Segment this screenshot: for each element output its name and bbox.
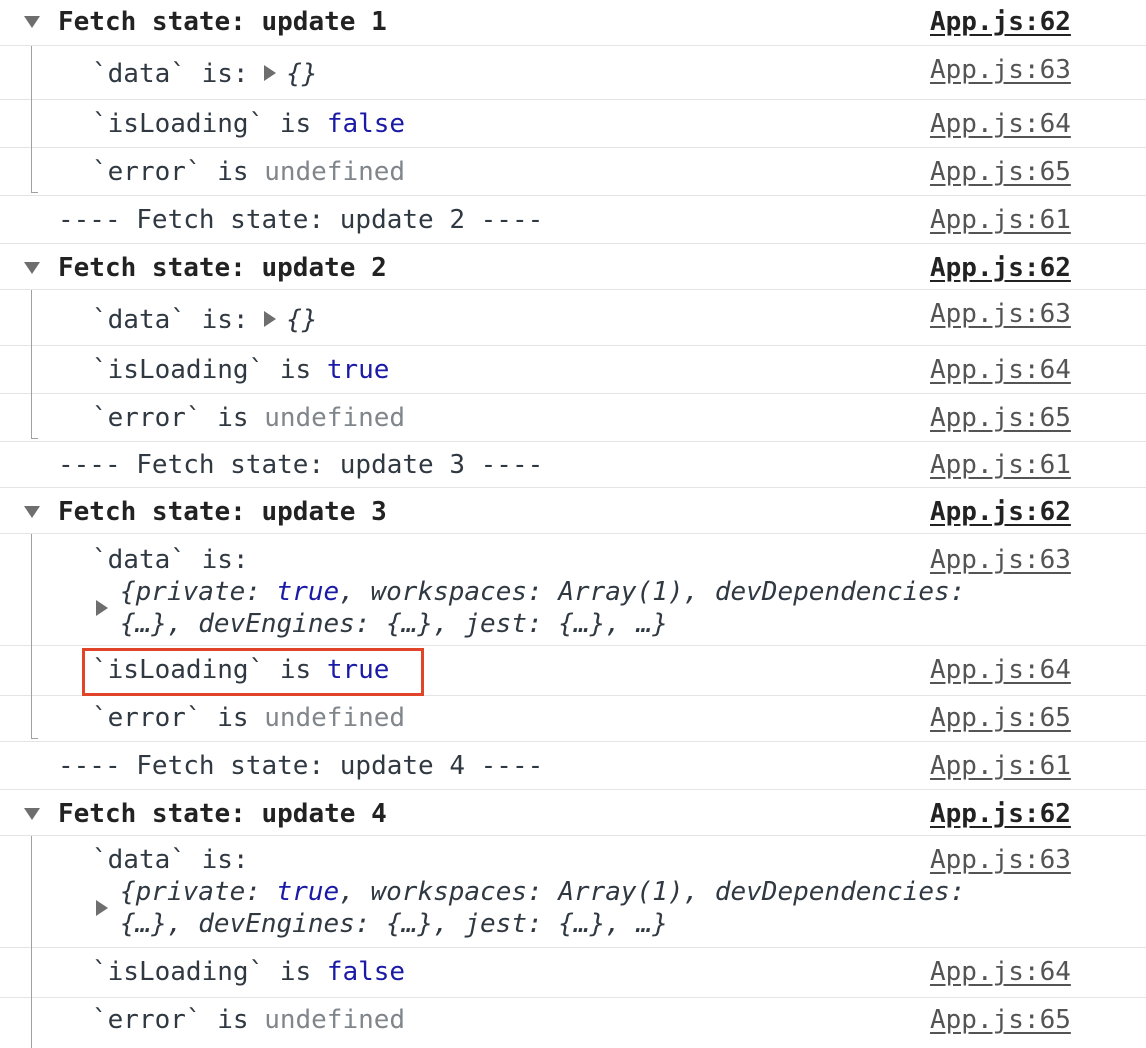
- log-row-loading-4: `isLoading` is false App.js:64: [0, 948, 1146, 998]
- source-link[interactable]: App.js:61: [930, 204, 1071, 236]
- object-preview-line-2[interactable]: {…}, devEngines: {…}, jest: {…}, …}: [120, 608, 668, 640]
- log-row-separator-3: ---- Fetch state: update 3 ---- App.js:6…: [0, 442, 1146, 488]
- log-row-error-1: `error` is undefined App.js:65: [0, 148, 1146, 196]
- undefined-value: undefined: [264, 703, 406, 733]
- object-preview[interactable]: {}: [286, 59, 317, 89]
- log-label: `data` is:: [92, 305, 265, 335]
- log-label: `error` is: [92, 703, 265, 733]
- object-preview-line-2[interactable]: {…}, devEngines: {…}, jest: {…}, …}: [120, 908, 668, 940]
- console-panel: Fetch state: update 1 App.js:62 `data` i…: [0, 0, 1146, 1048]
- source-link[interactable]: App.js:62: [930, 252, 1071, 284]
- expand-triangle-icon[interactable]: [264, 64, 277, 81]
- log-row-data-1: `data` is: {} App.js:63: [0, 46, 1146, 100]
- source-link[interactable]: App.js:65: [930, 1004, 1071, 1036]
- source-link[interactable]: App.js:64: [930, 108, 1071, 140]
- log-row-error-4: `error` is undefined App.js:65: [0, 998, 1146, 1048]
- separator-text: ---- Fetch state: update 4 ----: [58, 751, 544, 781]
- group-guide-foot: [31, 192, 38, 193]
- source-link[interactable]: App.js:65: [930, 402, 1071, 434]
- log-row-data-3: `data` is: App.js:63 {private: true, wor…: [0, 534, 1146, 646]
- source-link[interactable]: App.js:62: [930, 6, 1071, 38]
- log-label: `error` is: [92, 1005, 265, 1035]
- boolean-value: false: [326, 957, 406, 987]
- undefined-value: undefined: [264, 1005, 406, 1035]
- source-link[interactable]: App.js:61: [930, 449, 1071, 481]
- group-guide-foot: [31, 438, 38, 439]
- log-label: `data` is:: [92, 59, 265, 89]
- group-header-4[interactable]: Fetch state: update 4 App.js:62: [0, 790, 1146, 836]
- collapse-triangle-icon[interactable]: [24, 262, 40, 274]
- collapse-triangle-icon[interactable]: [24, 506, 40, 518]
- group-header-2[interactable]: Fetch state: update 2 App.js:62: [0, 244, 1146, 290]
- log-row-error-3: `error` is undefined App.js:65: [0, 696, 1146, 742]
- collapse-triangle-icon[interactable]: [24, 808, 40, 820]
- highlight-box: [82, 648, 424, 696]
- log-row-data-4: `data` is: App.js:63 {private: true, wor…: [0, 836, 1146, 948]
- source-link[interactable]: App.js:62: [930, 798, 1071, 830]
- group-title: Fetch state: update 3: [58, 497, 387, 527]
- log-label: `isLoading` is: [92, 109, 327, 139]
- log-label: `isLoading` is: [92, 355, 327, 385]
- group-title: Fetch state: update 2: [58, 253, 387, 283]
- source-link[interactable]: App.js:62: [930, 496, 1071, 528]
- log-row-loading-2: `isLoading` is true App.js:64: [0, 346, 1146, 394]
- source-link[interactable]: App.js:64: [930, 354, 1071, 386]
- group-title: Fetch state: update 1: [58, 7, 387, 37]
- group-guide-line: [31, 46, 32, 192]
- separator-text: ---- Fetch state: update 3 ----: [58, 450, 544, 480]
- group-header-3[interactable]: Fetch state: update 3 App.js:62: [0, 488, 1146, 534]
- undefined-value: undefined: [264, 157, 406, 187]
- object-preview-line-1[interactable]: {private: true, workspaces: Array(1), de…: [120, 876, 965, 908]
- object-preview[interactable]: {}: [286, 305, 317, 335]
- log-label: `error` is: [92, 157, 265, 187]
- source-link[interactable]: App.js:64: [930, 956, 1071, 988]
- group-guide-line: [31, 290, 32, 438]
- source-link[interactable]: App.js:63: [930, 844, 1071, 876]
- group-guide-line: [31, 836, 32, 1048]
- log-label: `data` is:: [92, 545, 249, 575]
- group-guide-foot: [31, 738, 38, 739]
- source-link[interactable]: App.js:63: [930, 54, 1071, 86]
- expand-triangle-icon[interactable]: [264, 310, 277, 327]
- log-row-error-2: `error` is undefined App.js:65: [0, 394, 1146, 442]
- collapse-triangle-icon[interactable]: [24, 16, 40, 28]
- log-label: `error` is: [92, 403, 265, 433]
- boolean-value: true: [326, 355, 390, 385]
- log-row-separator-4: ---- Fetch state: update 4 ---- App.js:6…: [0, 742, 1146, 790]
- log-row-loading-1: `isLoading` is false App.js:64: [0, 100, 1146, 148]
- source-link[interactable]: App.js:65: [930, 156, 1071, 188]
- log-row-separator-2: ---- Fetch state: update 2 ---- App.js:6…: [0, 196, 1146, 244]
- expand-triangle-icon[interactable]: [96, 600, 108, 616]
- log-label: `data` is:: [92, 845, 249, 875]
- expand-triangle-icon[interactable]: [96, 900, 108, 916]
- boolean-value: false: [326, 109, 406, 139]
- log-row-data-2: `data` is: {} App.js:63: [0, 290, 1146, 346]
- source-link[interactable]: App.js:64: [930, 654, 1071, 686]
- group-title: Fetch state: update 4: [58, 799, 387, 829]
- log-label: `isLoading` is: [92, 957, 327, 987]
- undefined-value: undefined: [264, 403, 406, 433]
- object-preview-line-1[interactable]: {private: true, workspaces: Array(1), de…: [120, 576, 965, 608]
- source-link[interactable]: App.js:61: [930, 750, 1071, 782]
- source-link[interactable]: App.js:63: [930, 298, 1071, 330]
- separator-text: ---- Fetch state: update 2 ----: [58, 205, 544, 235]
- source-link[interactable]: App.js:65: [930, 702, 1071, 734]
- group-guide-line: [31, 534, 32, 738]
- source-link[interactable]: App.js:63: [930, 544, 1071, 576]
- group-header-1[interactable]: Fetch state: update 1 App.js:62: [0, 0, 1146, 46]
